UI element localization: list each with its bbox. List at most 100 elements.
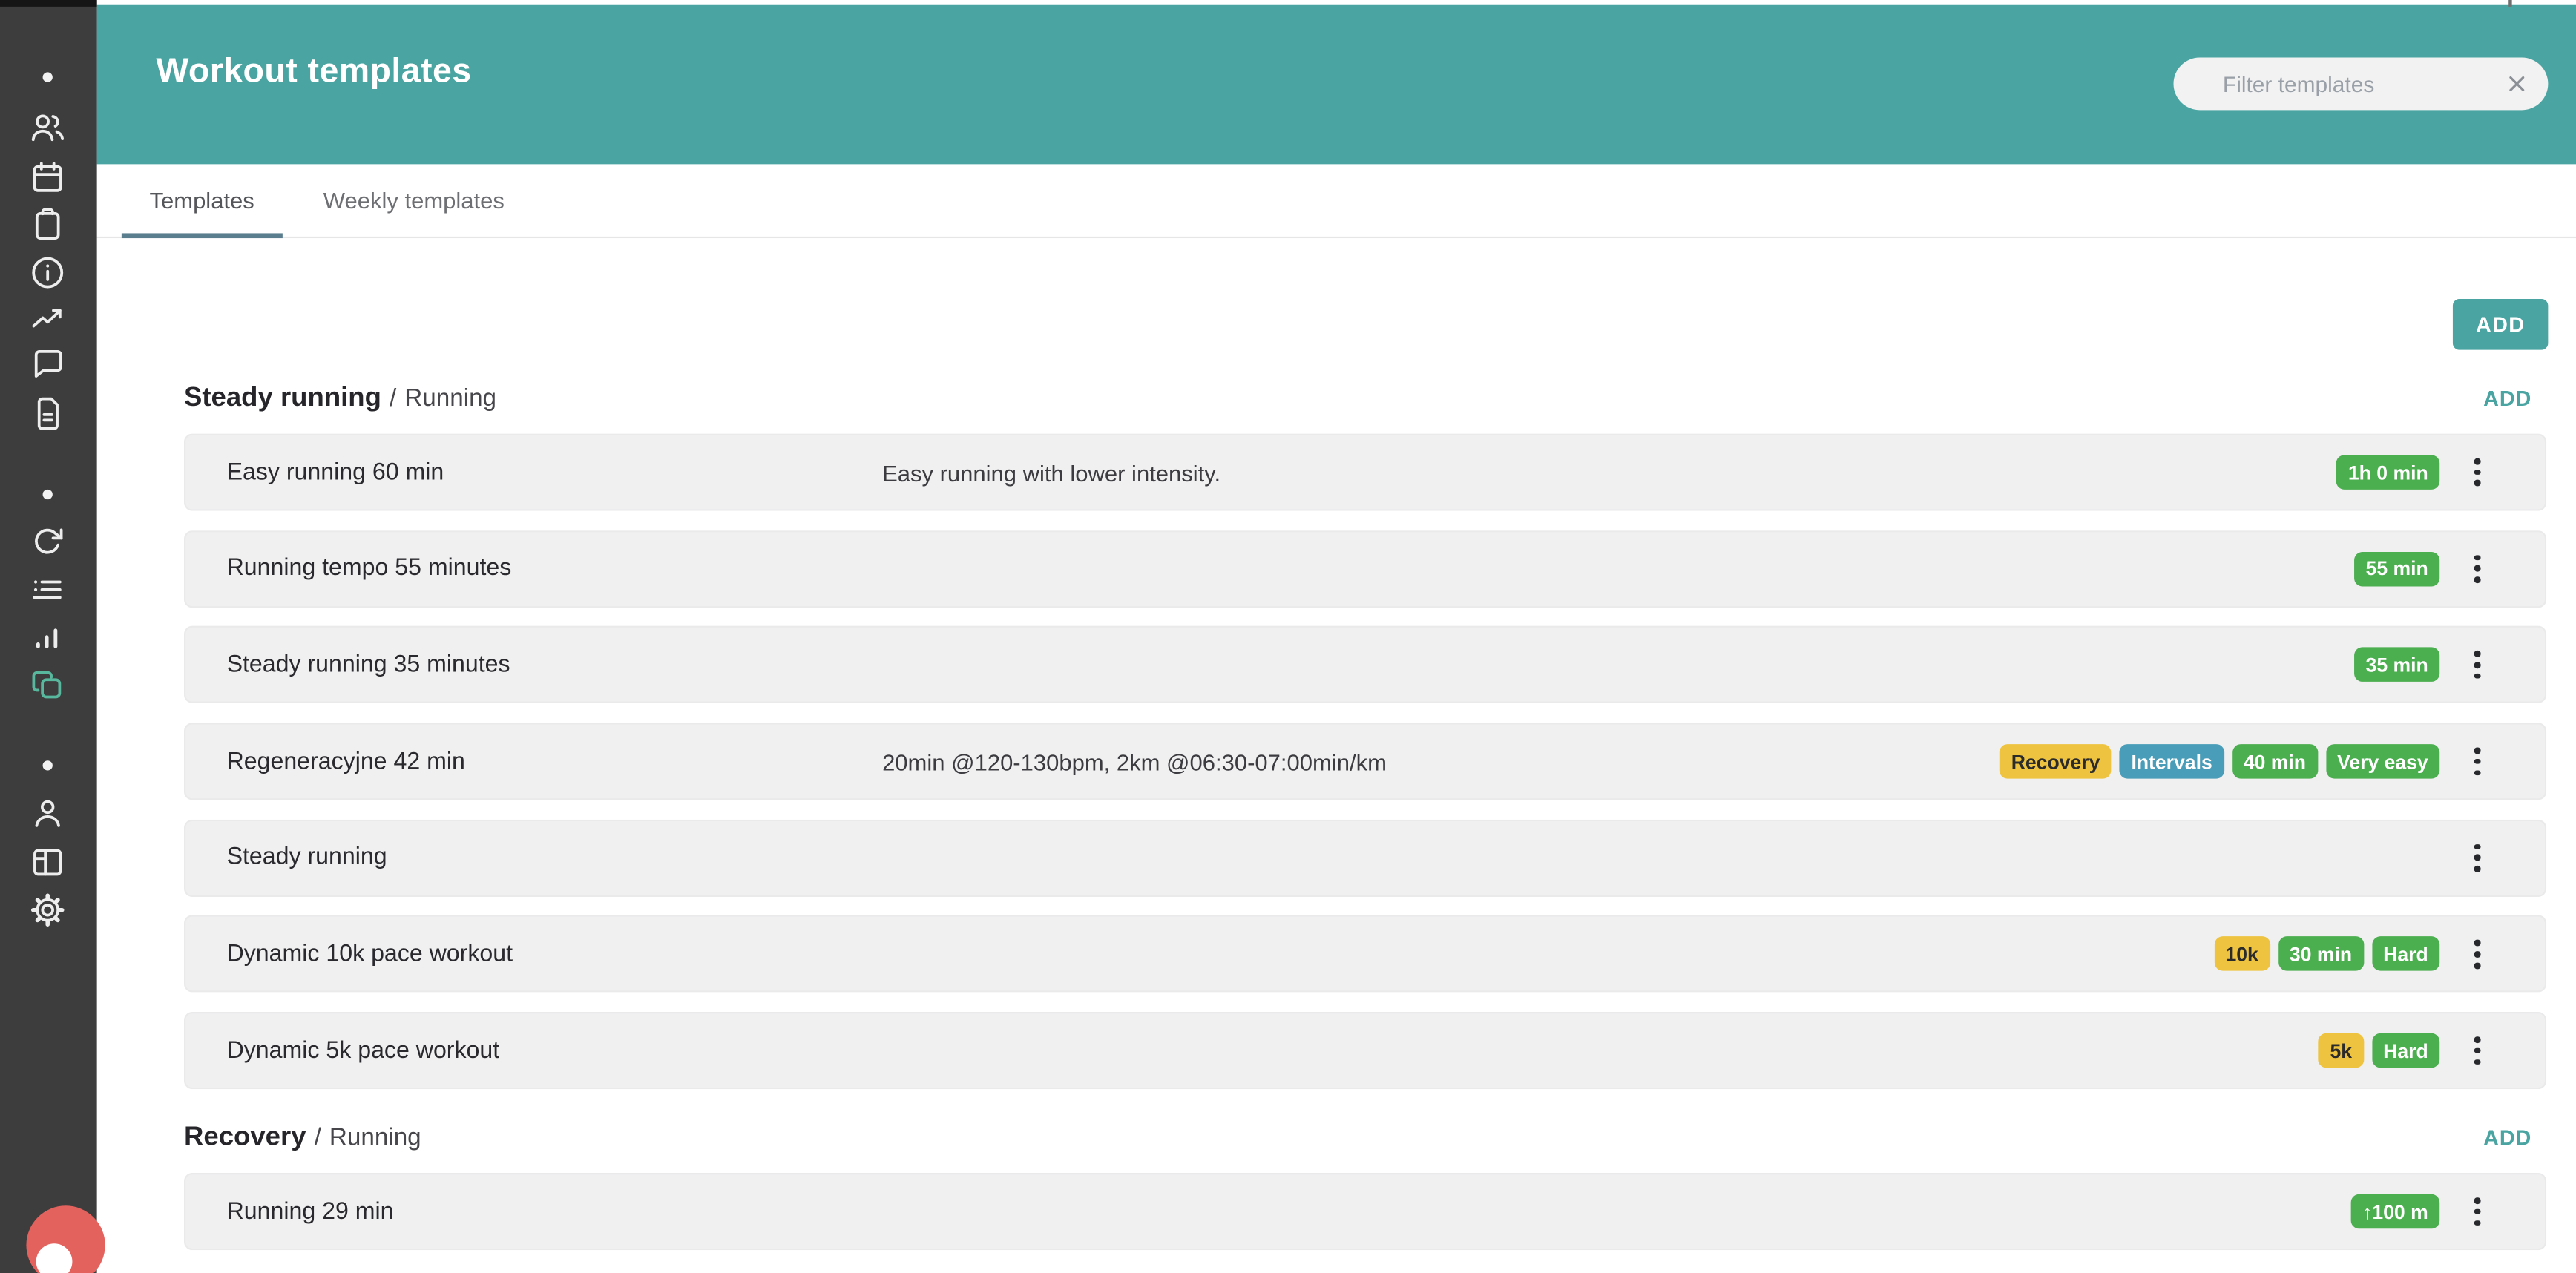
row-menu-kebab-icon[interactable] bbox=[2461, 1174, 2494, 1249]
row-menu-kebab-icon[interactable] bbox=[2461, 918, 2494, 992]
badge: 5k bbox=[2319, 1033, 2364, 1068]
row-menu-kebab-icon[interactable] bbox=[2461, 725, 2494, 799]
sidebar-nav bbox=[0, 0, 97, 1273]
scrollbar-tick bbox=[2508, 0, 2511, 7]
row-menu-kebab-icon[interactable] bbox=[2461, 628, 2494, 703]
clipboard-icon bbox=[28, 205, 68, 252]
info-icon bbox=[28, 252, 68, 300]
sidebar-item-chat[interactable] bbox=[24, 345, 70, 391]
page-title: Workout templates bbox=[156, 53, 471, 92]
settings-icon bbox=[28, 889, 68, 937]
sidebar-item-settings[interactable] bbox=[24, 890, 70, 936]
template-row[interactable]: Steady running 35 minutes 35 min bbox=[184, 626, 2546, 703]
row-menu-kebab-icon[interactable] bbox=[2461, 435, 2494, 510]
athletes-icon bbox=[28, 108, 68, 155]
sidebar-item-progress[interactable] bbox=[24, 299, 70, 345]
template-description: 20min @120-130bpm, 2km @06:30-07:00min/k… bbox=[882, 725, 1387, 799]
workout-templates-icon bbox=[28, 665, 68, 712]
section-category: Running bbox=[329, 1123, 421, 1151]
row-menu-kebab-icon[interactable] bbox=[2461, 1013, 2494, 1088]
tab-templates[interactable]: Templates bbox=[122, 164, 283, 236]
progress-icon bbox=[28, 298, 68, 346]
separator-dot bbox=[43, 72, 53, 82]
template-name: Regeneracyjne 42 min bbox=[227, 725, 465, 799]
separator-dot bbox=[43, 490, 53, 499]
sidebar-item-refresh[interactable] bbox=[24, 522, 70, 568]
sidebar-item-list[interactable] bbox=[24, 570, 70, 616]
badge: Hard bbox=[2372, 1033, 2440, 1068]
filter-templates-input[interactable] bbox=[2219, 70, 2488, 98]
badge-list: 55 min bbox=[2354, 532, 2439, 606]
template-name: Steady running 35 minutes bbox=[227, 628, 510, 703]
filter-templates-pill bbox=[2173, 58, 2548, 111]
app-viewport: Workout templates Templates Weekly templ… bbox=[0, 0, 2576, 1273]
section-category: Running bbox=[404, 384, 496, 412]
separator-dot bbox=[43, 760, 53, 770]
badge: 35 min bbox=[2354, 648, 2439, 682]
template-description: Easy running with lower intensity. bbox=[882, 435, 1220, 510]
refresh-icon bbox=[28, 522, 68, 569]
chat-icon bbox=[28, 344, 68, 392]
badge: Intervals bbox=[2120, 744, 2224, 778]
document-icon bbox=[28, 393, 68, 441]
row-menu-kebab-icon[interactable] bbox=[2461, 821, 2494, 895]
app-window: Workout templates Templates Weekly templ… bbox=[0, 0, 2576, 1273]
sidebar-item-clipboard[interactable] bbox=[24, 205, 70, 251]
tab-weekly-templates[interactable]: Weekly templates bbox=[295, 164, 532, 236]
section-separator: / bbox=[390, 384, 396, 412]
badge-list: 10k30 min Hard bbox=[2214, 918, 2439, 992]
template-name: Dynamic 5k pace workout bbox=[227, 1013, 500, 1088]
section-add-link[interactable]: ADD bbox=[2483, 1125, 2531, 1149]
template-name: Steady running bbox=[227, 821, 387, 895]
badge-list: ↑100 m bbox=[2351, 1174, 2440, 1249]
chat-widget-logo bbox=[36, 1243, 73, 1273]
sidebar-item-layout[interactable] bbox=[24, 843, 70, 889]
badge-list: RecoveryIntervals40 min Very easy bbox=[2000, 725, 2439, 799]
row-menu-kebab-icon[interactable] bbox=[2461, 532, 2494, 606]
section-separator: / bbox=[315, 1123, 321, 1151]
sidebar-top-strip bbox=[0, 0, 97, 7]
badge-list: 5kHard bbox=[2319, 1013, 2439, 1088]
sidebar-item-athletes[interactable] bbox=[24, 108, 70, 154]
template-row[interactable]: Dynamic 10k pace workout10k30 minHard bbox=[184, 915, 2546, 993]
clear-filter-icon[interactable] bbox=[2504, 70, 2530, 96]
main-area: Workout templates Templates Weekly templ… bbox=[97, 0, 2576, 1273]
badge: Recovery bbox=[2000, 744, 2112, 778]
template-row[interactable]: Regeneracyjne 42 min 20min @120-130bpm, 2… bbox=[184, 723, 2546, 800]
badge: ↑100 m bbox=[2351, 1194, 2440, 1229]
layout-icon bbox=[28, 842, 68, 889]
template-row[interactable]: Easy running 60 min Easy running with low… bbox=[184, 434, 2546, 511]
sidebar-item-info[interactable] bbox=[24, 253, 70, 299]
calendar-icon bbox=[28, 157, 68, 204]
badge: 40 min bbox=[2232, 744, 2317, 778]
sidebar-item-bar-chart[interactable] bbox=[24, 618, 70, 664]
template-row[interactable]: Running tempo 55 minutes55 min bbox=[184, 530, 2546, 608]
section-add-link[interactable]: ADD bbox=[2483, 385, 2531, 409]
tab-weekly-templates-label: Weekly templates bbox=[323, 187, 505, 213]
tab-templates-label: Templates bbox=[149, 187, 254, 213]
sidebar-item-document[interactable] bbox=[24, 394, 70, 440]
template-name: Running 29 min bbox=[227, 1174, 394, 1249]
section-title: Recovery bbox=[184, 1122, 306, 1153]
badge: 55 min bbox=[2354, 551, 2439, 586]
template-row[interactable]: Dynamic 5k pace workout 5kHard bbox=[184, 1012, 2546, 1089]
top-strip bbox=[97, 0, 2576, 5]
template-row[interactable]: Steady running bbox=[184, 819, 2546, 896]
sidebar-item-user[interactable] bbox=[24, 794, 70, 840]
page-header: Workout templates bbox=[97, 5, 2576, 165]
badge: Very easy bbox=[2326, 744, 2440, 778]
section-header: Steady running/RunningADD bbox=[184, 378, 2531, 417]
badge-list: 35 min bbox=[2354, 628, 2439, 703]
add-template-button[interactable]: ADD bbox=[2453, 299, 2548, 350]
template-name: Easy running 60 min bbox=[227, 435, 444, 510]
template-row[interactable]: Running 29 min ↑100 m bbox=[184, 1173, 2546, 1250]
badge: 10k bbox=[2214, 937, 2270, 972]
bar-chart-icon bbox=[28, 616, 68, 664]
badge: 30 min bbox=[2278, 937, 2363, 972]
sidebar-item-workout-templates[interactable] bbox=[24, 665, 70, 711]
user-icon bbox=[28, 792, 68, 840]
badge: Hard bbox=[2372, 937, 2440, 972]
tab-bar: Templates Weekly templates bbox=[97, 164, 2576, 238]
sidebar-item-calendar[interactable] bbox=[24, 158, 70, 204]
list-icon bbox=[28, 569, 68, 616]
